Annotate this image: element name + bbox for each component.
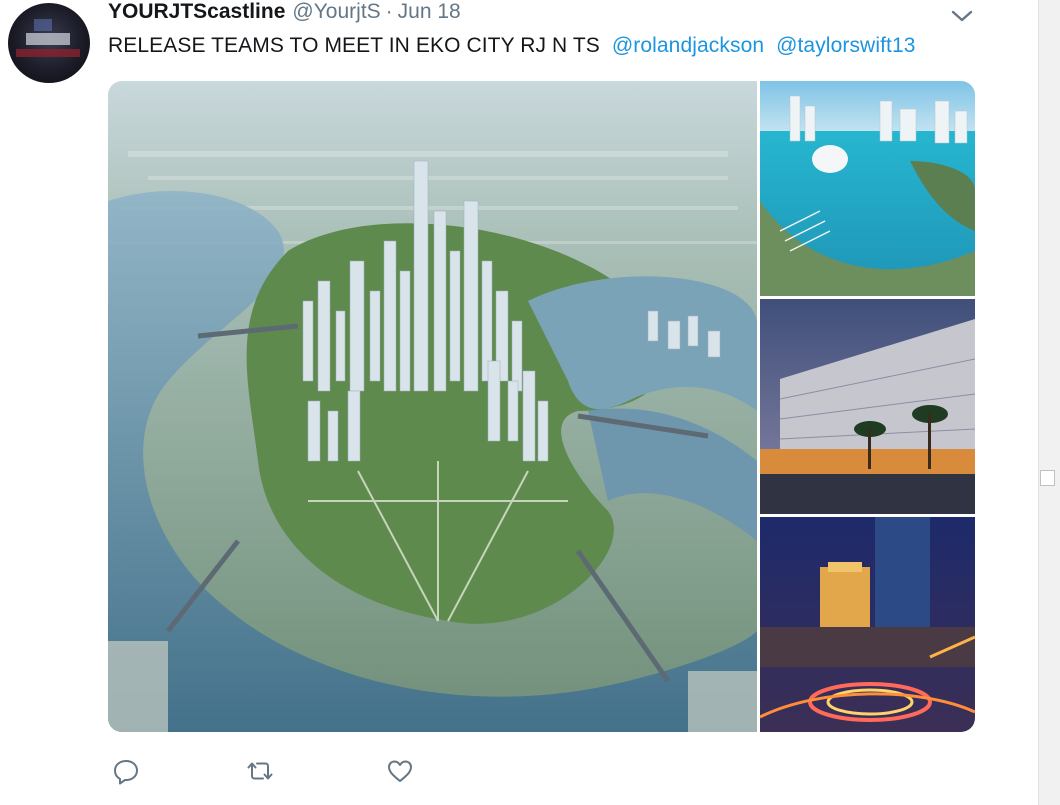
separator-dot: · — [385, 0, 393, 23]
media-image-city-aerial[interactable] — [108, 81, 757, 732]
user-handle[interactable]: @YourjtS — [292, 0, 380, 24]
reply-icon — [114, 760, 138, 785]
mention-link[interactable]: @rolandjackson — [612, 34, 764, 57]
tweet-body: RELEASE TEAMS TO MEET IN EKO CITY RJ N T… — [108, 34, 600, 57]
media-image-hotel[interactable] — [760, 299, 975, 514]
chevron-down-icon — [951, 10, 973, 22]
scrollbar-track[interactable] — [1038, 0, 1060, 805]
tweet-menu-button[interactable] — [949, 6, 975, 26]
tweet-text: RELEASE TEAMS TO MEET IN EKO CITY RJ N T… — [108, 34, 916, 58]
media-image-marina[interactable] — [760, 81, 975, 296]
media-grid — [108, 81, 975, 732]
avatar[interactable] — [8, 3, 90, 83]
retweet-button[interactable] — [246, 757, 276, 787]
display-name[interactable]: YOURJTScastline — [108, 0, 285, 24]
media-image-night-city[interactable] — [760, 517, 975, 732]
like-button[interactable] — [386, 757, 416, 787]
reply-button[interactable] — [112, 757, 142, 787]
tweet-date[interactable]: Jun 18 — [398, 0, 461, 24]
retweet-icon — [247, 762, 273, 780]
heart-icon — [388, 760, 412, 782]
tweet-header: YOURJTScastline @YourjtS · Jun 18 — [108, 0, 461, 28]
scrollbar-thumb[interactable] — [1040, 470, 1055, 486]
mention-link[interactable]: @taylorswift13 — [776, 34, 915, 57]
